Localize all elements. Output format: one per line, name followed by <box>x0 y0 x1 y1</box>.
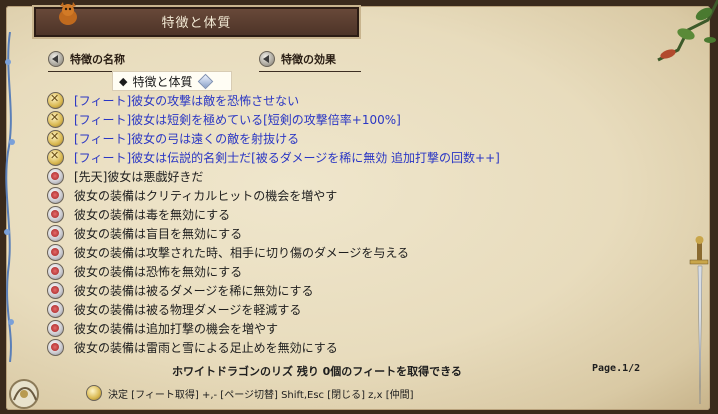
gem-icon <box>198 73 214 89</box>
list-item[interactable]: 彼女の装備は恐怖を無効にする <box>47 262 607 281</box>
list-item-text: [先天]彼女は悪戯好きだ <box>74 170 204 184</box>
window-title: 特徴と体質 <box>161 16 232 31</box>
trait-orb-icon <box>47 282 64 299</box>
feat-star-icon <box>47 149 64 166</box>
trait-orb-icon <box>47 301 64 318</box>
list-item[interactable]: 彼女の装備は被るダメージを稀に無効にする <box>47 281 607 300</box>
feat-star-icon <box>47 111 64 128</box>
sword-decoration-icon <box>689 236 709 405</box>
vine-decoration-icon <box>4 32 15 362</box>
trait-orb-icon <box>47 225 64 242</box>
page-indicator: Page.1/2 <box>592 363 641 374</box>
list-item-text: [フィート]彼女の弓は遠くの敵を射抜ける <box>74 132 300 146</box>
list-item-text: [フィート]彼女は短剣を極めている[短剣の攻撃倍率+100%] <box>74 113 401 127</box>
list-item-text: 彼女の装備は雷雨と雪による足止めを無効にする <box>74 341 338 355</box>
column-header-effect[interactable]: 特徴の効果 <box>259 50 361 72</box>
list-item-text: 彼女の装備はクリティカルヒットの機会を増やす <box>74 189 338 203</box>
trait-list: [フィート]彼女の攻撃は敵を恐怖させない [フィート]彼女は短剣を極めている[短剣… <box>47 91 607 357</box>
list-item[interactable]: [先天]彼女は悪戯好きだ <box>47 167 607 186</box>
trait-orb-icon <box>47 263 64 280</box>
column-header-name[interactable]: 特徴の名称 <box>48 50 220 72</box>
help-text: 決定 [フィート取得] +,- [ページ切替] Shift,Esc [閉じる] … <box>108 389 414 401</box>
list-item[interactable]: 彼女の装備は雷雨と雪による足止めを無効にする <box>47 338 607 357</box>
help-bar: 決定 [フィート取得] +,- [ページ切替] Shift,Esc [閉じる] … <box>86 383 414 403</box>
status-bar: ホワイトドラゴンのリズ 残り 0個のフィートを取得できる Page.1/2 <box>0 363 718 379</box>
list-item[interactable]: 彼女の装備は追加打撃の機会を増やす <box>47 319 607 338</box>
list-item-text: [フィート]彼女の攻撃は敵を恐怖させない <box>74 94 300 108</box>
trait-orb-icon <box>47 187 64 204</box>
column-header-effect-label: 特徴の効果 <box>281 53 336 66</box>
header-underline <box>259 71 361 72</box>
list-item-text: 彼女の装備は恐怖を無効にする <box>74 265 243 279</box>
list-item-text: 彼女の装備は被るダメージを稀に無効にする <box>74 284 314 298</box>
help-hint-icon <box>86 385 102 401</box>
list-item[interactable]: [フィート]彼女の攻撃は敵を恐怖させない <box>47 91 607 110</box>
list-item[interactable]: 彼女の装備は被る物理ダメージを軽減する <box>47 300 607 319</box>
category-label: 特徴と体質 <box>132 74 193 89</box>
category-marker: ◆ <box>119 74 128 88</box>
list-item[interactable]: 彼女の装備はクリティカルヒットの機会を増やす <box>47 186 607 205</box>
list-item-text: 彼女の装備は毒を無効にする <box>74 208 231 222</box>
arrow-left-icon <box>48 51 64 67</box>
list-item-text: [フィート]彼女は伝説的名剣士だ[被るダメージを稀に無効 追加打撃の回数++] <box>74 151 500 165</box>
arrow-left-icon <box>259 51 275 67</box>
list-item[interactable]: 彼女の装備は攻撃された時、相手に切り傷のダメージを与える <box>47 243 607 262</box>
trait-orb-icon <box>47 244 64 261</box>
trait-orb-icon <box>47 168 64 185</box>
list-item-text: 彼女の装備は盲目を無効にする <box>74 227 243 241</box>
feat-star-icon <box>47 130 64 147</box>
list-item[interactable]: [フィート]彼女は伝説的名剣士だ[被るダメージを稀に無効 追加打撃の回数++] <box>47 148 607 167</box>
trait-orb-icon <box>47 206 64 223</box>
list-item-text: 彼女の装備は被る物理ダメージを軽減する <box>74 303 302 317</box>
leaves-decoration-icon <box>657 0 718 62</box>
list-item[interactable]: 彼女の装備は毒を無効にする <box>47 205 607 224</box>
list-item[interactable]: [フィート]彼女の弓は遠くの敵を射抜ける <box>47 129 607 148</box>
trait-orb-icon <box>47 339 64 356</box>
feat-star-icon <box>47 92 64 109</box>
list-item-text: 彼女の装備は追加打撃の機会を増やす <box>74 322 279 336</box>
list-item[interactable]: 彼女の装備は盲目を無効にする <box>47 224 607 243</box>
list-item[interactable]: [フィート]彼女は短剣を極めている[短剣の攻撃倍率+100%] <box>47 110 607 129</box>
column-header-name-label: 特徴の名称 <box>70 53 125 66</box>
trait-orb-icon <box>47 320 64 337</box>
list-item-text: 彼女の装備は攻撃された時、相手に切り傷のダメージを与える <box>74 246 410 260</box>
mascot-icon <box>59 2 77 25</box>
remaining-feats-text: ホワイトドラゴンのリズ 残り 0個のフィートを取得できる <box>172 365 462 378</box>
category-selector[interactable]: ◆ 特徴と体質 <box>112 71 232 91</box>
